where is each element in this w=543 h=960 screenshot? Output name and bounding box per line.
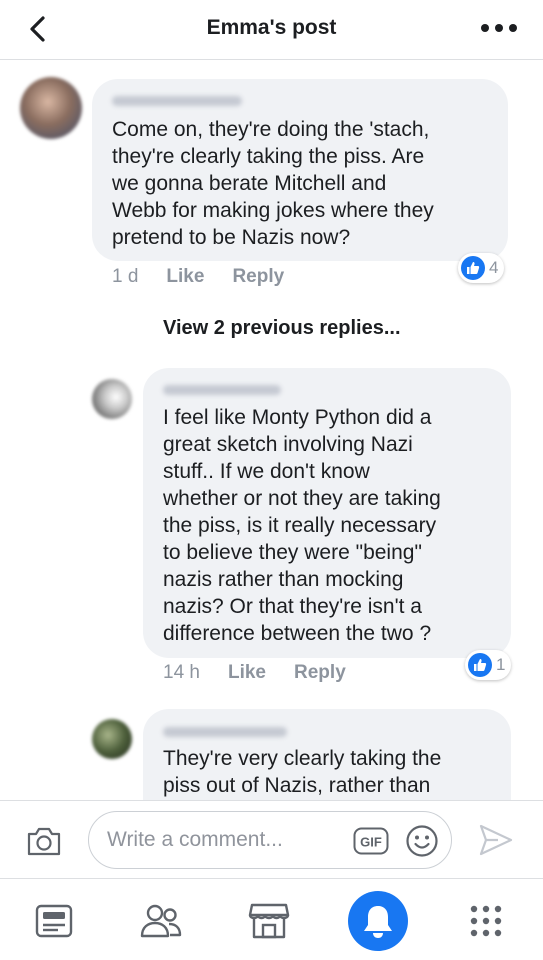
reaction-badge[interactable]: 1 bbox=[465, 650, 512, 680]
comment-author[interactable] bbox=[163, 385, 281, 395]
gif-button[interactable]: GIF bbox=[353, 827, 389, 855]
reaction-count: 1 bbox=[496, 655, 506, 674]
avatar[interactable] bbox=[92, 379, 132, 419]
emoji-icon bbox=[406, 825, 438, 857]
send-icon bbox=[479, 824, 513, 856]
comment-meta: 14 h Like Reply bbox=[163, 662, 346, 684]
gif-icon: GIF bbox=[353, 827, 389, 855]
comment-timestamp: 1 d bbox=[112, 266, 139, 287]
thumbs-up-icon bbox=[468, 653, 492, 677]
tab-menu[interactable] bbox=[454, 889, 518, 953]
send-button[interactable] bbox=[478, 823, 514, 857]
marketplace-icon bbox=[248, 903, 290, 939]
reply-link[interactable]: Reply bbox=[294, 662, 346, 684]
active-tab-indicator bbox=[348, 891, 408, 951]
comment-text: Come on, they're doing the 'stach, they'… bbox=[112, 118, 434, 249]
reaction-count: 4 bbox=[489, 258, 499, 277]
comments-feed[interactable]: Come on, they're doing the 'stach, they'… bbox=[0, 61, 543, 800]
comment-input[interactable] bbox=[107, 828, 347, 852]
comment-author[interactable] bbox=[163, 727, 287, 737]
friends-icon bbox=[140, 904, 182, 938]
camera-button[interactable] bbox=[26, 825, 62, 857]
tab-marketplace[interactable] bbox=[237, 889, 301, 953]
camera-icon bbox=[27, 827, 61, 856]
more-horizontal-icon bbox=[481, 24, 517, 32]
like-link[interactable]: Like bbox=[228, 662, 266, 684]
avatar[interactable] bbox=[20, 77, 82, 139]
emoji-button[interactable] bbox=[405, 824, 439, 858]
tab-notifications[interactable] bbox=[346, 889, 410, 953]
thumbs-up-icon bbox=[461, 256, 485, 280]
comment-meta: 1 d Like Reply bbox=[112, 266, 284, 288]
reply-link[interactable]: Reply bbox=[232, 266, 284, 288]
tab-news-feed[interactable] bbox=[22, 889, 86, 953]
reaction-badge[interactable]: 4 bbox=[458, 253, 505, 283]
notifications-icon bbox=[364, 906, 392, 938]
bottom-tab-bar bbox=[0, 878, 543, 960]
comment-author[interactable] bbox=[112, 96, 242, 106]
news-feed-icon bbox=[35, 904, 73, 938]
avatar[interactable] bbox=[92, 719, 132, 759]
more-options-button[interactable] bbox=[478, 16, 522, 40]
like-link[interactable]: Like bbox=[166, 266, 204, 288]
comment-composer: GIF bbox=[0, 800, 543, 878]
comment-input-wrapper[interactable]: GIF bbox=[88, 811, 452, 869]
comment-text: They're very clearly taking the piss out… bbox=[163, 747, 442, 797]
view-previous-replies-link[interactable]: View 2 previous replies... bbox=[163, 317, 401, 340]
post-header: Emma's post bbox=[0, 0, 543, 60]
tab-friends[interactable] bbox=[129, 889, 193, 953]
comment-text: I feel like Monty Python did a great ske… bbox=[163, 406, 441, 645]
page-title: Emma's post bbox=[206, 16, 337, 39]
menu-grid-icon bbox=[470, 905, 502, 937]
comment-timestamp: 14 h bbox=[163, 662, 200, 683]
gif-label: GIF bbox=[360, 835, 382, 850]
